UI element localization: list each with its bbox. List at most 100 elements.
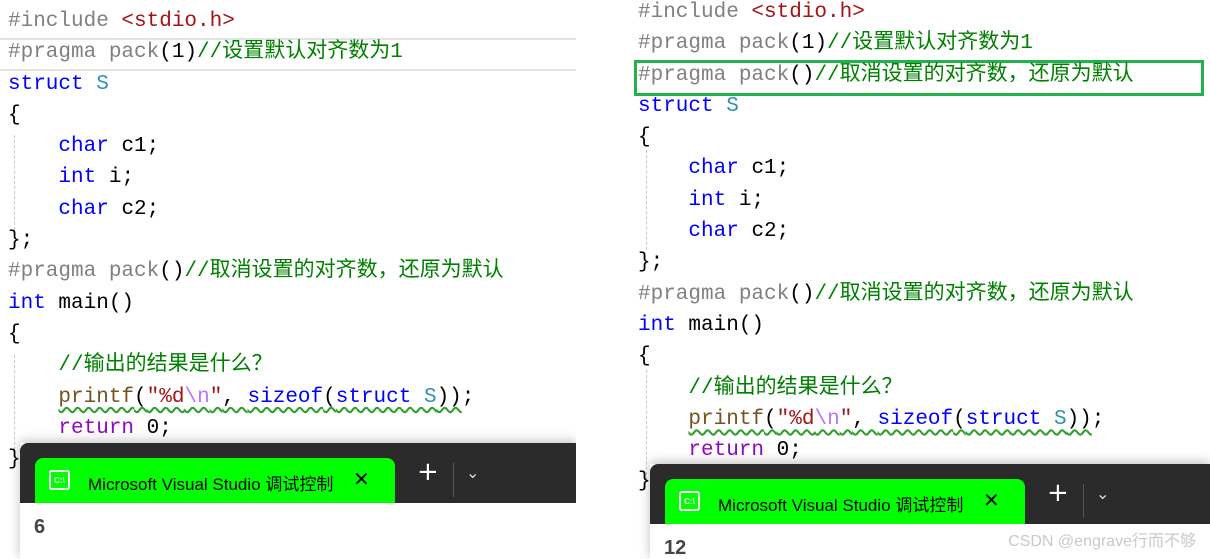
- code-token: }: [638, 470, 651, 494]
- right-code-panel: #include <stdio.h> #pragma pack(1)//设置默认对…: [632, 0, 1210, 559]
- code-token: (): [789, 63, 815, 87]
- code-line: #pragma pack()//取消设置的对齐数，还原为默认: [638, 60, 1134, 91]
- code-token: "%d: [776, 407, 815, 431]
- code-token: #include: [8, 10, 122, 33]
- code-token: char: [58, 197, 109, 221]
- code-token: int: [8, 291, 46, 315]
- code-token: (): [159, 260, 185, 284]
- code-token: ": [209, 385, 223, 409]
- code-line: #include <stdio.h>: [8, 6, 504, 37]
- code-token: struct: [8, 72, 97, 96]
- code-token: return: [58, 416, 135, 440]
- code-line: printf("%d\n", sizeof(struct S));: [8, 382, 504, 413]
- code-line: struct S: [8, 69, 504, 100]
- close-tab-icon[interactable]: ✕: [983, 488, 1000, 513]
- code-token: i;: [726, 188, 765, 212]
- code-token: char: [58, 135, 109, 159]
- code-token: char: [688, 220, 739, 244]
- code-token: (: [953, 407, 966, 431]
- code-token: #pragma pack: [8, 260, 160, 284]
- console-tab-title: Microsoft Visual Studio 调试控制台: [718, 496, 963, 515]
- console-icon: C:\: [49, 470, 70, 490]
- left-code-panel: #include <stdio.h> #pragma pack(1)//设置默认对…: [0, 0, 576, 559]
- code-token: //取消设置的对齐数，还原为默认: [814, 63, 1134, 87]
- code-line: #pragma pack()//取消设置的对齐数，还原为默认: [638, 279, 1134, 310]
- chevron-down-icon[interactable]: ⌄: [1096, 484, 1109, 503]
- console-tab[interactable]: C:\ Microsoft Visual Studio 调试控制台 ✕: [665, 479, 1025, 524]
- code-token: //设置默认对齐数为1: [827, 32, 1033, 56]
- code-line: int i;: [8, 162, 504, 193]
- console-icon: C:\: [679, 491, 700, 511]
- code-token: S: [726, 94, 739, 118]
- code-line: //输出的结果是什么？: [8, 350, 504, 381]
- code-line: struct S: [638, 91, 1134, 122]
- code-token: 0;: [764, 439, 802, 463]
- code-line: };: [638, 247, 1134, 278]
- code-token: S: [423, 385, 437, 409]
- chevron-down-icon[interactable]: ⌄: [466, 463, 479, 482]
- code-token: //输出的结果是什么？: [688, 376, 903, 400]
- code-token: //设置默认对齐数为1: [197, 41, 403, 65]
- code-token: "%d: [146, 385, 185, 409]
- code-token: c2;: [738, 220, 790, 244]
- new-tab-button[interactable]: +: [1047, 478, 1069, 508]
- code-token: #pragma pack: [638, 32, 790, 56]
- new-tab-button[interactable]: +: [417, 457, 439, 487]
- code-token: c1;: [108, 135, 160, 159]
- code-token: c1;: [738, 157, 790, 181]
- code-token: main(): [45, 291, 135, 315]
- code-line: return 0;: [8, 413, 504, 444]
- code-token: )): [436, 385, 462, 409]
- code-token: int: [58, 166, 97, 190]
- code-line: int main(): [638, 310, 1134, 341]
- code-token: printf: [58, 385, 135, 409]
- code-line: {: [638, 341, 1134, 372]
- code-line: #pragma pack(1)//设置默认对齐数为1: [8, 37, 504, 68]
- code-token: S: [1053, 407, 1067, 431]
- code-line: #pragma pack()//取消设置的对齐数，还原为默认: [8, 256, 504, 287]
- code-line: //输出的结果是什么？: [638, 373, 1134, 404]
- code-token: (1): [159, 41, 198, 65]
- code-token: return: [688, 439, 765, 463]
- console-tab[interactable]: C:\ Microsoft Visual Studio 调试控制台 ✕: [35, 458, 395, 503]
- code-token: <stdio.h>: [751, 1, 865, 24]
- code-token: char: [688, 157, 739, 181]
- code-token: struct: [638, 94, 727, 118]
- code-token: \n: [184, 385, 210, 409]
- code-token: (1): [789, 32, 828, 56]
- code-token: {: [638, 345, 651, 369]
- code-token: {: [8, 322, 21, 346]
- code-token: main(): [675, 313, 765, 337]
- code-token: \n: [814, 407, 840, 431]
- code-token: sizeof: [877, 407, 954, 431]
- code-token: struct: [335, 385, 424, 409]
- code-token: int: [638, 313, 676, 337]
- code-token: int: [688, 188, 727, 212]
- code-token: i;: [96, 166, 135, 190]
- code-token: (): [789, 282, 815, 306]
- code-token: };: [638, 251, 664, 275]
- code-token: ": [839, 407, 853, 431]
- code-line: char c2;: [8, 194, 504, 225]
- close-tab-icon[interactable]: ✕: [353, 467, 370, 492]
- code-token: #pragma pack: [8, 41, 160, 65]
- console-tab-title: Microsoft Visual Studio 调试控制台: [88, 475, 333, 494]
- code-token: //取消设置的对齐数，还原为默认: [814, 282, 1134, 306]
- debug-console-window: C:\ Microsoft Visual Studio 调试控制台 ✕ + ⌄ …: [20, 443, 576, 559]
- code-editor[interactable]: #include <stdio.h> #pragma pack(1)//设置默认对…: [8, 6, 504, 475]
- code-editor[interactable]: #include <stdio.h> #pragma pack(1)//设置默认对…: [638, 0, 1134, 498]
- code-token: 0;: [134, 416, 172, 440]
- code-token: sizeof: [247, 385, 324, 409]
- code-line: };: [8, 225, 504, 256]
- code-token: ,: [222, 385, 248, 409]
- code-line: char c2;: [638, 216, 1134, 247]
- code-token: };: [8, 229, 34, 253]
